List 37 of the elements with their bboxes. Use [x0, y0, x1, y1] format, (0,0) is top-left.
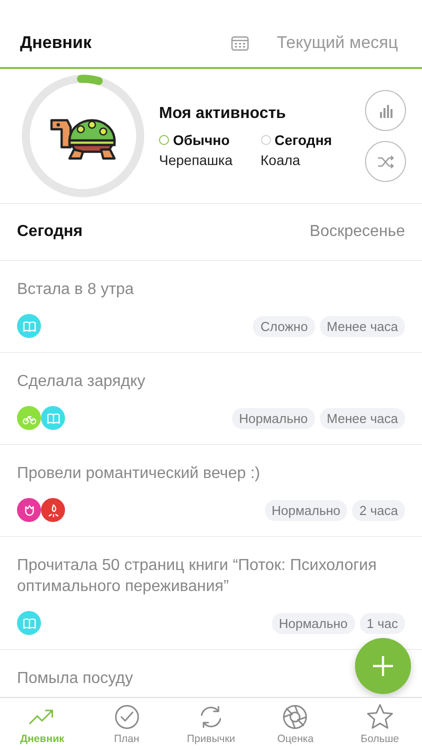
page-title: Дневник	[20, 33, 92, 53]
period-selector[interactable]: Текущий месяц	[276, 33, 398, 53]
tab-bar-item[interactable]: Больше	[338, 698, 422, 750]
star-icon	[366, 703, 394, 731]
add-button[interactable]	[355, 638, 411, 694]
entry-tag: Менее часа	[320, 408, 405, 428]
tab-bar-item[interactable]: Дневник	[0, 698, 84, 750]
legend-value: Коала	[260, 152, 302, 168]
check-circle-icon	[112, 703, 141, 731]
entry-title[interactable]: Прочитала 50 страниц книги “Поток: Психология оптимального переживания”	[17, 555, 405, 597]
weekday-label: Воскресенье	[310, 223, 405, 241]
tab-bar-item[interactable]: Привычки	[168, 698, 254, 750]
calendar-icon[interactable]	[230, 35, 249, 51]
tab-bar-item[interactable]: План	[84, 698, 169, 750]
entry-tag: Сложно	[253, 316, 315, 336]
day-title: Сегодня	[17, 223, 83, 241]
bar-chart-icon	[378, 102, 394, 118]
entry-tag: Нормально	[232, 408, 315, 428]
entry-title[interactable]: Помыла посуду	[17, 668, 133, 689]
entry-tag: 2 часа	[352, 500, 405, 520]
aperture-icon	[281, 703, 310, 731]
entry-tag: Нормально	[272, 612, 355, 634]
entry-tag: Нормально	[264, 500, 348, 520]
shuffle-icon	[376, 154, 394, 168]
legend-value: Черепашка	[159, 152, 233, 168]
entry-tag: Менее часа	[320, 316, 405, 336]
entry-tag: 1 час	[360, 612, 405, 634]
activity-title: Моя активность	[159, 104, 287, 122]
legend-label: Обычно	[173, 132, 230, 148]
legend-label: Сегодня	[274, 132, 332, 148]
tab-bar-item[interactable]: Оценка	[253, 698, 338, 750]
entry-title[interactable]: Провели романтический вечер :)	[17, 463, 260, 484]
shuffle-button[interactable]	[365, 141, 406, 182]
plus-icon	[371, 654, 395, 678]
entry-title[interactable]: Сделала зарядку	[17, 371, 146, 392]
statistics-button[interactable]	[365, 90, 406, 131]
entry-title[interactable]: Встала в 8 утра	[17, 279, 134, 300]
